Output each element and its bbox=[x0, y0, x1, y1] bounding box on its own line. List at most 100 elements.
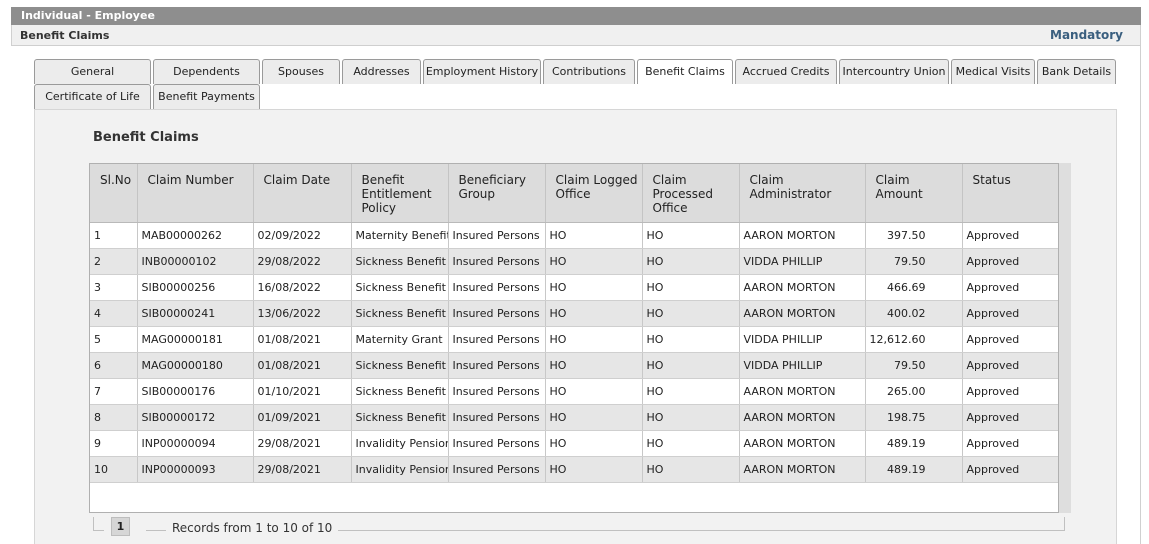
table-cell: Approved bbox=[962, 352, 1058, 379]
table-cell: Invalidity Pension bbox=[351, 430, 449, 457]
table-row[interactable]: 4 SIB00000241 13/06/2022 Sickness Benefit In… bbox=[90, 300, 1058, 327]
table-cell: 79.50 bbox=[865, 352, 963, 379]
table-cell: 397.50 bbox=[865, 222, 963, 249]
table-cell: 79.50 bbox=[865, 248, 963, 275]
col-header[interactable]: Claim Amount bbox=[865, 164, 963, 223]
table-cell: Approved bbox=[962, 378, 1058, 405]
table-cell: Sickness Benefit bbox=[351, 248, 449, 275]
table-cell: Sickness Benefit bbox=[351, 274, 449, 301]
table-cell: Approved bbox=[962, 248, 1058, 275]
tab-medical-visits[interactable]: Medical Visits bbox=[951, 59, 1035, 84]
table-cell: 5 bbox=[90, 326, 138, 353]
col-header[interactable]: Benefit Entitlement Policy bbox=[351, 164, 449, 223]
tab-benefit-claims[interactable]: Benefit Claims bbox=[637, 59, 733, 84]
table-cell: 7 bbox=[90, 378, 138, 405]
table-cell: Insured Persons bbox=[448, 326, 546, 353]
table-row[interactable]: 2 INB00000102 29/08/2022 Sickness Benefit In… bbox=[90, 248, 1058, 275]
table-cell: HO bbox=[545, 222, 643, 249]
table-cell: HO bbox=[642, 456, 740, 483]
table-cell: HO bbox=[545, 248, 643, 275]
table-cell: HO bbox=[642, 248, 740, 275]
window-title: Individual - Employee bbox=[11, 7, 1141, 25]
table-cell: SIB00000241 bbox=[137, 300, 254, 327]
panel-title: Benefit Claims bbox=[93, 130, 199, 145]
table-cell: INB00000102 bbox=[137, 248, 254, 275]
table-cell: Approved bbox=[962, 430, 1058, 457]
tab-spouses[interactable]: Spouses bbox=[262, 59, 340, 84]
tab-accrued-credits[interactable]: Accrued Credits bbox=[735, 59, 837, 84]
table-cell: 466.69 bbox=[865, 274, 963, 301]
table-cell: 4 bbox=[90, 300, 138, 327]
table-cell: Insured Persons bbox=[448, 404, 546, 431]
col-header[interactable]: Claim Date bbox=[253, 164, 352, 223]
table-row[interactable]: 7 SIB00000176 01/10/2021 Sickness Benefit In… bbox=[90, 378, 1058, 405]
table-cell: 01/08/2021 bbox=[253, 326, 352, 353]
tab-certificate-of-life[interactable]: Certificate of Life bbox=[34, 84, 151, 109]
page-button[interactable]: 1 bbox=[111, 517, 130, 536]
table-cell: AARON MORTON bbox=[739, 222, 866, 249]
table-cell: HO bbox=[545, 352, 643, 379]
col-header[interactable]: Claim Number bbox=[137, 164, 254, 223]
table-cell: 13/06/2022 bbox=[253, 300, 352, 327]
tab-bank-details[interactable]: Bank Details bbox=[1037, 59, 1116, 84]
table-cell: 01/09/2021 bbox=[253, 404, 352, 431]
table-row[interactable]: 3 SIB00000256 16/08/2022 Sickness Benefit In… bbox=[90, 274, 1058, 301]
table-cell: HO bbox=[642, 274, 740, 301]
records-summary: Records from 1 to 10 of 10 bbox=[166, 521, 339, 535]
table-row[interactable]: 1 MAB00000262 02/09/2022 Maternity Benefit I… bbox=[90, 222, 1058, 249]
col-header[interactable]: Claim Administrator bbox=[739, 164, 866, 223]
table-cell: 29/08/2022 bbox=[253, 248, 352, 275]
table-cell: AARON MORTON bbox=[739, 300, 866, 327]
table-cell: Sickness Benefit bbox=[351, 378, 449, 405]
table-row[interactable]: 8 SIB00000172 01/09/2021 Sickness Benefit In… bbox=[90, 404, 1058, 431]
table-row[interactable]: 6 MAG00000180 01/08/2021 Sickness Benefit In… bbox=[90, 352, 1058, 379]
table-cell: Insured Persons bbox=[448, 352, 546, 379]
table-cell: Maternity Grant bbox=[351, 326, 449, 353]
col-header[interactable]: Status bbox=[962, 164, 1058, 223]
table-cell: Insured Persons bbox=[448, 222, 546, 249]
col-header[interactable]: Claim Processed Office bbox=[642, 164, 740, 223]
table-cell: HO bbox=[545, 404, 643, 431]
table-cell: 265.00 bbox=[865, 378, 963, 405]
table-cell: Insured Persons bbox=[448, 274, 546, 301]
table-header-row: Sl.No Claim Number Claim Date Benefit En… bbox=[90, 164, 1058, 223]
table-cell: 2 bbox=[90, 248, 138, 275]
col-header[interactable]: Sl.No bbox=[90, 164, 138, 223]
tab-intercountry-union[interactable]: Intercountry Union bbox=[839, 59, 949, 84]
tab-dependents[interactable]: Dependents bbox=[153, 59, 260, 84]
table-cell: 3 bbox=[90, 274, 138, 301]
table-cell: HO bbox=[545, 378, 643, 405]
table-cell: 489.19 bbox=[865, 456, 963, 483]
table-cell: AARON MORTON bbox=[739, 404, 866, 431]
table-cell: 489.19 bbox=[865, 430, 963, 457]
section-header: Benefit Claims Mandatory bbox=[11, 25, 1141, 46]
table-cell: 6 bbox=[90, 352, 138, 379]
table-cell: Approved bbox=[962, 274, 1058, 301]
table-cell: Sickness Benefit bbox=[351, 352, 449, 379]
table-row[interactable]: 5 MAG00000181 01/08/2021 Maternity Grant Ins… bbox=[90, 326, 1058, 353]
table-cell: HO bbox=[545, 274, 643, 301]
table-cell: SIB00000172 bbox=[137, 404, 254, 431]
table-row[interactable]: 9 INP00000094 29/08/2021 Invalidity Pension… bbox=[90, 430, 1058, 457]
col-header[interactable]: Claim Logged Office bbox=[545, 164, 643, 223]
table-cell: Insured Persons bbox=[448, 300, 546, 327]
table-cell: Sickness Benefit bbox=[351, 300, 449, 327]
table-cell: AARON MORTON bbox=[739, 456, 866, 483]
tab-general[interactable]: General bbox=[34, 59, 151, 84]
table-cell: 29/08/2021 bbox=[253, 430, 352, 457]
table-cell: HO bbox=[642, 352, 740, 379]
col-header[interactable]: Beneficiary Group bbox=[448, 164, 546, 223]
table-cell: AARON MORTON bbox=[739, 378, 866, 405]
table-cell: Approved bbox=[962, 326, 1058, 353]
table-cell: 8 bbox=[90, 404, 138, 431]
table-cell: SIB00000176 bbox=[137, 378, 254, 405]
tab-employment-history[interactable]: Employment History bbox=[423, 59, 541, 84]
table-cell: 01/10/2021 bbox=[253, 378, 352, 405]
tab-benefit-payments[interactable]: Benefit Payments bbox=[153, 84, 260, 109]
table-cell: Sickness Benefit bbox=[351, 404, 449, 431]
table-row[interactable]: 10 INP00000093 29/08/2021 Invalidity Pensio… bbox=[90, 456, 1058, 483]
table-cell: HO bbox=[545, 326, 643, 353]
table-cell: 1 bbox=[90, 222, 138, 249]
tab-contributions[interactable]: Contributions bbox=[543, 59, 635, 84]
tab-addresses[interactable]: Addresses bbox=[342, 59, 421, 84]
